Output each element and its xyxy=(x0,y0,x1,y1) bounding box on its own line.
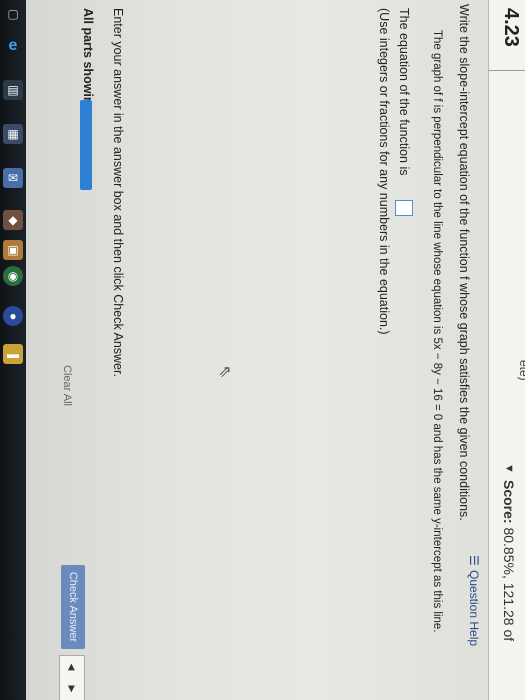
mail-icon[interactable]: ✉ xyxy=(3,168,23,188)
app-icon[interactable]: ◆ xyxy=(3,210,23,230)
question-instruction: Write the slope-intercept equation of th… xyxy=(457,4,471,521)
next-question-icon[interactable]: ▶ xyxy=(67,686,78,693)
file-explorer-icon[interactable]: ▤ xyxy=(3,80,23,100)
score-label: Score: xyxy=(501,480,517,524)
folder-icon[interactable]: ▬ xyxy=(3,344,23,364)
answer-hint: (Use integers or fractions for any numbe… xyxy=(377,8,391,335)
score-display: Score: 80.85%, 121.28 of xyxy=(501,480,517,641)
top-partial-text: ete) xyxy=(517,360,525,381)
answer-input-box[interactable] xyxy=(395,200,413,216)
windows-taskbar: ▢ e ▤ ▦ ✉ ◆ ▣ ◉ ● ▬ xyxy=(0,0,26,700)
header-bar: 4.23 ete) ▼ Score: 80.85%, 121.28 of xyxy=(488,0,525,700)
clear-all-button[interactable]: Clear All xyxy=(61,365,73,406)
question-help-link[interactable]: Question Help xyxy=(467,570,481,646)
all-parts-label: All parts showing xyxy=(81,8,95,113)
edge-icon[interactable]: e xyxy=(3,36,23,56)
enter-answer-instruction: Enter your answer in the answer box and … xyxy=(111,8,125,377)
store-icon[interactable]: ▦ xyxy=(3,124,23,144)
chrome-icon[interactable]: ◉ xyxy=(3,266,23,286)
question-page: 4.23 ete) ▼ Score: 80.85%, 121.28 of ☰ Q… xyxy=(25,0,525,700)
prev-question-icon[interactable]: ◀ xyxy=(67,664,78,671)
mouse-cursor-icon: ⇖ xyxy=(216,365,233,379)
question-condition: The graph of f is perpendicular to the l… xyxy=(431,30,443,633)
question-help-icon[interactable]: ☰ xyxy=(467,555,481,566)
question-nav: ◀ ▶ xyxy=(59,655,85,700)
score-value: 80.85%, 121.28 of xyxy=(501,527,517,642)
photos-icon[interactable]: ▣ xyxy=(3,240,23,260)
photographed-screen: ▢ e ▤ ▦ ✉ ◆ ▣ ◉ ● ▬ 4.23 ete) ▼ Score: 8… xyxy=(0,0,525,700)
question-number: 4.23 xyxy=(500,8,522,47)
score-dropdown-icon[interactable]: ▼ xyxy=(503,463,515,474)
taskbar-top-icon[interactable]: ▢ xyxy=(3,4,23,24)
check-answer-button[interactable]: Check Answer xyxy=(61,565,85,649)
parts-progress-bar xyxy=(80,100,92,190)
equation-prefix: The equation of the function is xyxy=(397,8,411,176)
firefox-icon[interactable]: ● xyxy=(3,306,23,326)
